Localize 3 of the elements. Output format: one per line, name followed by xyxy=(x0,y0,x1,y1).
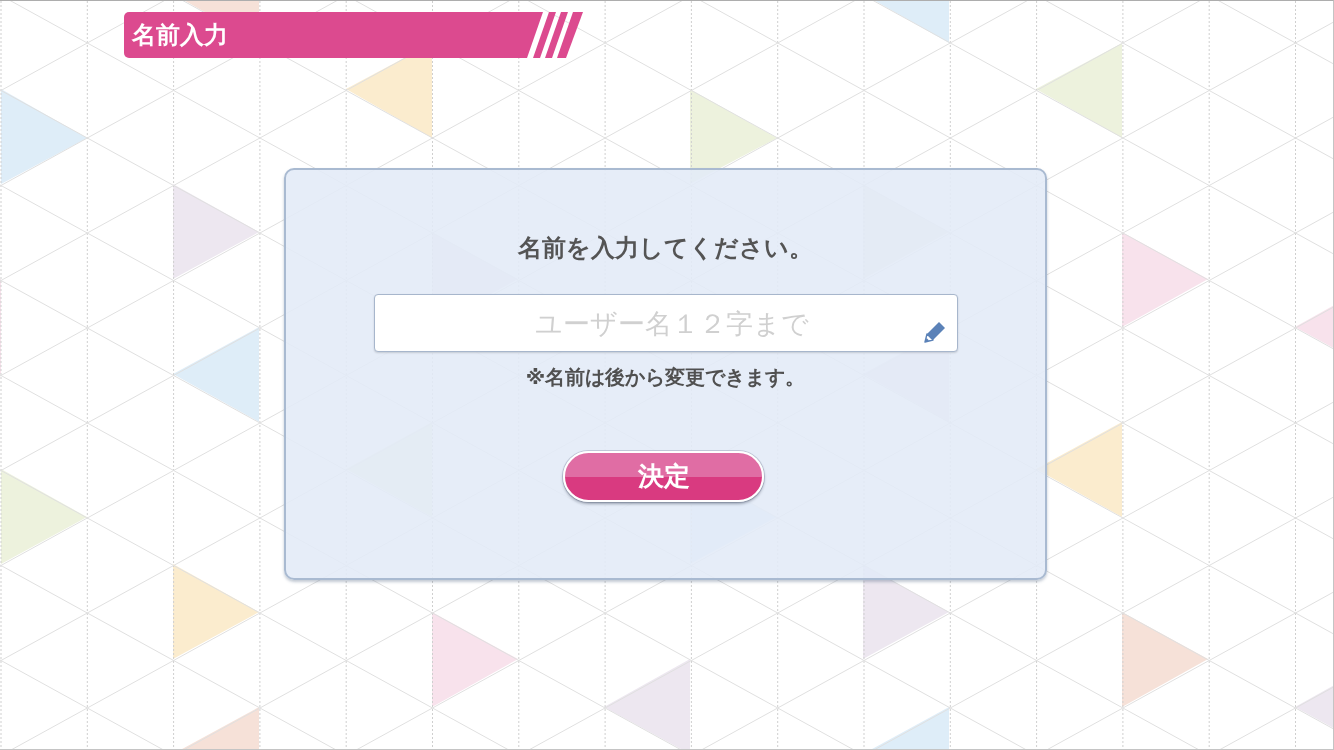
prompt-text: 名前を入力してください。 xyxy=(518,233,813,263)
note-text: ※名前は後から変更できます。 xyxy=(525,365,806,389)
title-text: 名前入力 xyxy=(132,20,228,50)
